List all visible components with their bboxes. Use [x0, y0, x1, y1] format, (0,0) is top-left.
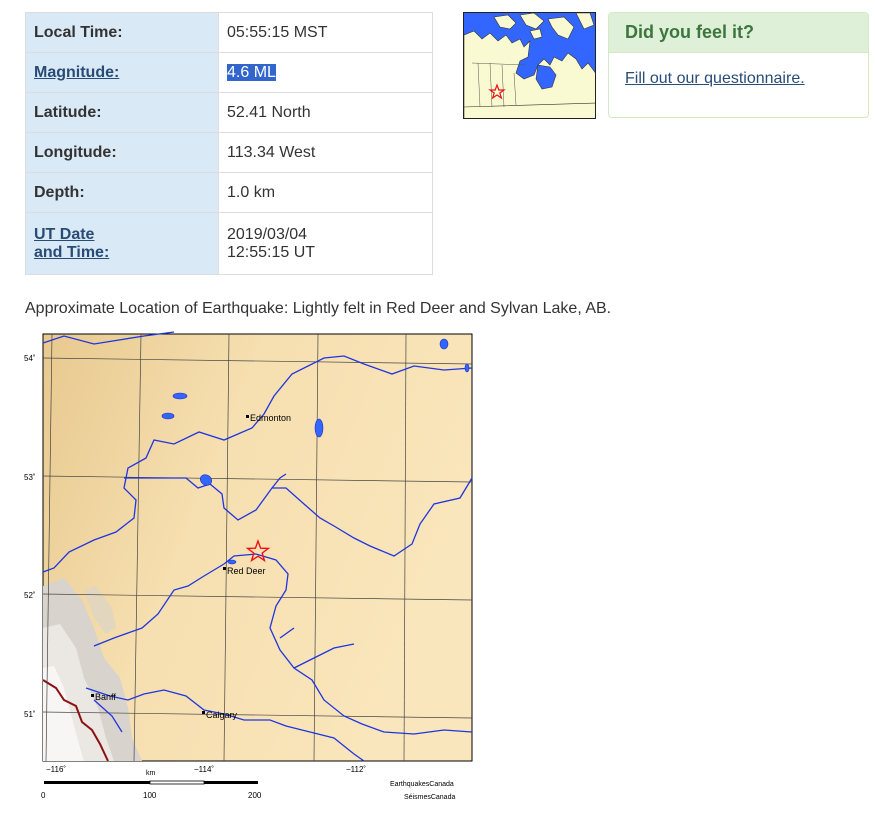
ut-date-link-line2: and Time: — [34, 243, 110, 261]
latitude-value: 52.41 North — [218, 92, 433, 133]
red-deer-marker — [223, 567, 226, 570]
table-row: Longitude: 113.34 West — [25, 132, 433, 173]
did-you-feel-it-panel: Did you feel it? Fill out our questionna… — [608, 12, 869, 118]
lat-label-54: 54˚ — [24, 354, 36, 363]
lon-label-116: −116˚ — [46, 765, 66, 774]
calgary-marker — [202, 711, 205, 714]
table-row: Depth: 1.0 km — [25, 172, 433, 213]
banff-marker — [91, 694, 94, 697]
credit-seismes-canada: SéismesCanada — [404, 794, 455, 801]
scale-tick-0: 0 — [41, 791, 46, 800]
table-row: UT Date and Time: 2019/03/04 12:55:15 UT — [25, 212, 433, 275]
canada-locator-map[interactable] — [463, 12, 596, 119]
event-info-table: Local Time: 05:55:15 MST Magnitude: 4.6 … — [25, 12, 433, 275]
city-banff: Banff — [95, 692, 116, 702]
latitude-label: Latitude: — [25, 92, 219, 133]
ut-time-value: 12:55:15 UT — [227, 243, 316, 261]
credit-earthquakes-canada: EarthquakesCanada — [390, 781, 454, 788]
city-edmonton: Edmonton — [250, 413, 291, 423]
depth-label: Depth: — [25, 172, 219, 213]
lat-label-53: 53˚ — [24, 473, 36, 482]
scale-bar: km 0 100 200 — [41, 770, 262, 800]
ut-date-time-link[interactable]: UT Date and Time: — [34, 226, 109, 261]
table-row: Local Time: 05:55:15 MST — [25, 12, 433, 53]
longitude-labels: −116˚ −114˚ −112˚ — [46, 765, 366, 774]
regional-earthquake-map[interactable]: 54˚ 53˚ 52˚ 51˚ −116˚ −114˚ −112˚ Edmont… — [24, 328, 484, 808]
edmonton-marker — [246, 415, 249, 418]
longitude-label: Longitude: — [25, 132, 219, 173]
location-caption: Approximate Location of Earthquake: Ligh… — [25, 300, 612, 317]
lat-label-52: 52˚ — [24, 591, 36, 600]
ut-date-value: 2019/03/04 — [227, 225, 308, 243]
city-calgary: Calgary — [206, 710, 238, 720]
table-row: Magnitude: 4.6 ML — [25, 52, 433, 93]
magnitude-link[interactable]: Magnitude: — [34, 64, 119, 81]
questionnaire-link[interactable]: Fill out our questionnaire. — [625, 70, 805, 87]
scale-tick-100: 100 — [143, 791, 157, 800]
scale-tick-200: 200 — [248, 791, 262, 800]
table-row: Latitude: 52.41 North — [25, 92, 433, 133]
did-you-feel-it-title: Did you feel it? — [609, 13, 868, 53]
latitude-labels: 54˚ 53˚ 52˚ 51˚ — [24, 354, 36, 719]
lat-label-51: 51˚ — [24, 710, 36, 719]
ut-date-link-line1: UT Date — [34, 225, 95, 243]
local-time-value: 05:55:15 MST — [218, 12, 433, 53]
lon-label-114: −114˚ — [194, 765, 214, 774]
lon-label-112: −112˚ — [346, 765, 366, 774]
longitude-value: 113.34 West — [218, 132, 433, 173]
city-red-deer: Red Deer — [227, 566, 266, 576]
scale-unit: km — [146, 770, 156, 777]
depth-value: 1.0 km — [218, 172, 433, 213]
magnitude-value: 4.6 ML — [227, 63, 276, 81]
local-time-label: Local Time: — [25, 12, 219, 53]
